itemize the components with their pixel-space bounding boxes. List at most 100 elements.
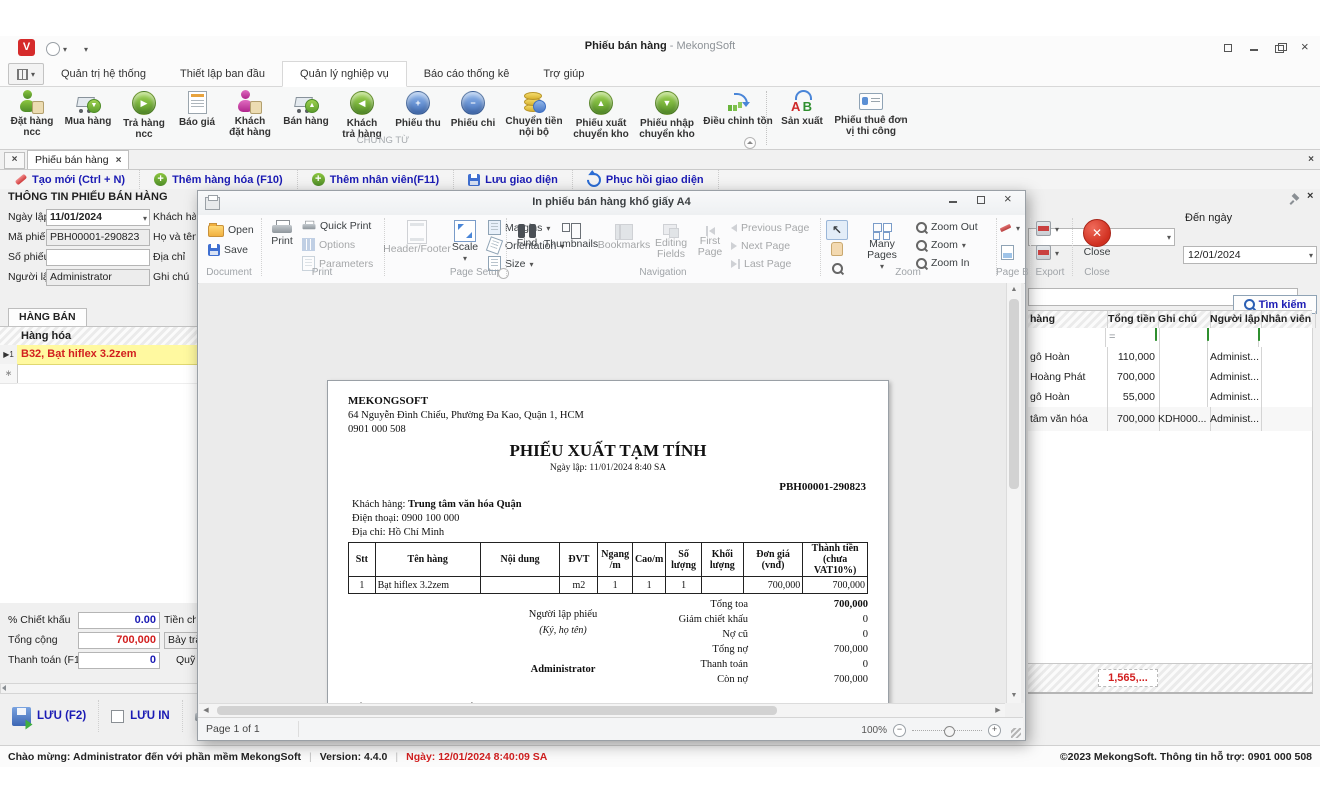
column-header[interactable]: Người lập [1207,311,1262,328]
payment-input[interactable]: 0 [78,652,160,669]
ribbon-tab-strip: Quản trị hệ thốngThiết lập ban đầuQuản l… [0,60,1320,87]
close-preview-button[interactable]: Close [1078,219,1116,258]
voucher-number-input[interactable] [46,249,150,266]
zoom-out-button[interactable]: Zoom Out [916,221,978,233]
creator-input[interactable]: Administrator [46,269,150,286]
minimize-icon[interactable] [1248,42,1260,54]
doc-items-table: Stt Tên hàng Nội dung ĐVT Ngang /m Cao/m… [348,542,868,594]
ribbon-button[interactable]: Đặt hàng ncc [4,89,60,139]
discount-input[interactable]: 0.00 [78,612,160,629]
pointer-tool-button[interactable] [826,220,848,240]
scale-button[interactable]: Scale [448,220,482,264]
scrollbar-thumb[interactable] [217,706,777,715]
zoom-in-button[interactable]: + [988,724,1001,737]
table-row[interactable]: gô Hoàn 110,000 Administ... [1028,347,1312,368]
minimize-icon[interactable] [947,194,959,206]
ribbon-button[interactable]: ▶ Trả hàng ncc [116,89,172,141]
filter-cell[interactable]: = [1105,328,1160,347]
add-employee-button[interactable]: Thêm nhân viên(F11) [298,170,454,189]
tab-bao-cao-thong-ke[interactable]: Báo cáo thống kê [407,62,527,87]
close-icon[interactable] [1308,153,1314,165]
hand-tool-button[interactable] [826,239,848,259]
column-header[interactable]: Tổng tiền [1105,311,1159,328]
layout-switcher-button[interactable] [8,63,44,85]
new-button[interactable]: Tạo mới (Ctrl + N) [0,170,140,189]
filter-cell[interactable] [1028,328,1106,347]
column-header[interactable]: hàng [1028,311,1108,328]
export-pdf-button[interactable] [1036,221,1059,236]
tab-quan-ly-nghiep-vu[interactable]: Quản lý nghiệp vụ [282,61,407,87]
ribbon-button[interactable]: ▼ Mua hàng [60,89,116,128]
tab-tro-giup[interactable]: Trợ giúp [526,62,601,87]
ribbon-button[interactable]: ▲ Bán hàng [278,89,334,128]
horizontal-scrollbar[interactable]: ◀ ▶ [199,703,1005,717]
ribbon-button[interactable]: Phiếu thuê đơn vị thi công [828,89,914,138]
pin-icon[interactable] [1291,194,1301,204]
vertical-scrollbar[interactable]: ▲ ▼ [1006,283,1021,703]
total-input[interactable]: 700,000 [78,632,160,649]
many-pages-button[interactable]: Many Pages [853,220,911,272]
restore-icon[interactable] [1274,42,1286,54]
close-icon[interactable]: × [1307,190,1313,202]
tab-phieu-ban-hang[interactable]: Phiếu bán hàng [27,150,129,169]
print-button[interactable]: Print [266,220,298,247]
filter-cell[interactable] [1155,328,1208,347]
ribbon-button[interactable]: Khách đặt hàng [222,89,278,139]
ribbon-button[interactable]: Điều chỉnh tồn [700,89,776,128]
thumbnails-button[interactable]: Thumbnails [545,220,597,250]
table-row[interactable]: Hoàng Phát 700,000 Administ... [1028,367,1312,388]
save-print-checkbox[interactable]: LƯU IN [99,700,183,732]
close-icon[interactable] [116,151,122,170]
slider-thumb[interactable] [944,726,955,737]
chevron-down-icon[interactable] [143,211,147,226]
zoom-slider[interactable] [912,730,982,732]
page-color-button[interactable] [1001,245,1014,260]
table-row[interactable]: gô Hoàn 55,000 Administ... [1028,387,1312,408]
to-date-combo[interactable]: 12/01/2024 [1183,246,1317,264]
tab-quan-tri-he-thong[interactable]: Quản trị hệ thống [44,62,163,87]
ribbon-button[interactable]: ▲ Phiếu xuất chuyển kho [568,89,634,141]
zoom-out-button[interactable]: − [893,724,906,737]
ribbon-button[interactable]: Sản xuất [776,89,828,128]
date-created-input[interactable]: 11/01/2024 [46,209,150,226]
preview-document-area[interactable]: MEKONGSOFT 64 Nguyễn Đình Chiểu, Phường … [199,283,1024,703]
maximize-icon[interactable] [975,194,987,206]
open-button[interactable]: Open [208,222,254,237]
tab-thiet-lap-ban-dau[interactable]: Thiết lập ban đầu [163,62,282,87]
add-item-button[interactable]: Thêm hàng hóa (F10) [140,170,298,189]
grid-corner [0,327,18,346]
checkbox-icon[interactable] [111,710,124,723]
close-tab-button[interactable] [4,152,25,169]
save-button[interactable]: LƯU (F2) [0,700,99,732]
fullscreen-icon[interactable] [1222,42,1234,54]
watermark-button[interactable] [1000,222,1020,234]
filter-cell[interactable] [1258,328,1313,347]
table-row[interactable]: tâm văn hóa 700,000 KDH000... Administ..… [1028,407,1312,432]
scrollbar-thumb[interactable] [1009,299,1019,489]
filter-cell[interactable] [1207,328,1259,347]
ribbon-button[interactable]: + Phiếu thu [390,89,446,130]
close-icon[interactable] [1300,42,1312,54]
ribbon-button[interactable]: ▼ Phiếu nhập chuyển kho [634,89,700,141]
column-header[interactable]: Nhân viên [1258,311,1316,328]
zoom-menu-button[interactable]: Zoom [916,239,966,251]
dialog-title-bar[interactable]: In phiếu bán hàng khổ giấy A4 [198,191,1025,216]
export-email-button[interactable] [1036,245,1059,260]
save-layout-button[interactable]: Lưu giao diện [454,170,573,189]
voucher-code-input[interactable]: PBH00001-290823 [46,229,150,246]
plus-circle-icon [312,173,325,186]
tab-hang-ban[interactable]: HÀNG BÁN [8,308,87,327]
ribbon-button[interactable]: Chuyển tiền nội bộ [500,89,568,139]
save-button[interactable]: Save [208,244,248,256]
ribbon-button[interactable]: Báo giá [172,89,222,129]
ribbon-button[interactable]: − Phiếu chi [446,89,500,130]
ribbon-button[interactable]: ◀ Khách trả hàng [334,89,390,141]
doc-signer-note: (Ký, họ tên) [493,625,633,636]
find-button[interactable]: Find [511,220,543,249]
close-icon[interactable] [1003,194,1015,206]
column-header[interactable]: Ghi chú [1155,311,1211,328]
quick-print-button[interactable]: Quick Print [302,220,371,232]
collapse-group-button[interactable] [744,137,756,149]
restore-layout-button[interactable]: Phục hồi giao diện [573,170,719,189]
resize-grip[interactable] [1011,728,1021,738]
